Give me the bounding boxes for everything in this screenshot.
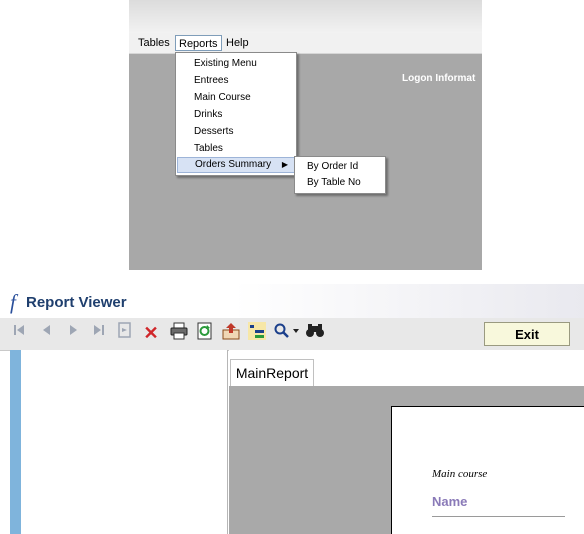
menu-item-main-course[interactable]: Main Course [177, 90, 295, 106]
first-page-icon[interactable] [8, 322, 30, 344]
menu-help[interactable]: Help [223, 35, 252, 51]
next-page-icon[interactable] [62, 322, 84, 344]
menu-item-label: Orders Summary [195, 159, 272, 170]
last-page-icon[interactable] [88, 322, 110, 344]
menu-item-tables[interactable]: Tables [177, 141, 295, 157]
restaurant-app-window: Tables Reports Help Logon Informat Exist… [129, 0, 482, 270]
submenu-item-by-table-no[interactable]: By Table No [296, 175, 384, 191]
zoom-icon[interactable] [272, 322, 302, 344]
close-icon[interactable]: ✕ [140, 322, 162, 344]
toggle-tree-icon[interactable] [246, 322, 268, 344]
menu-item-existing-menu[interactable]: Existing Menu [177, 56, 295, 72]
window-titlebar: f Report Viewer [0, 284, 584, 318]
submenu-arrow-icon: ▶ [281, 160, 288, 169]
logon-info-label: Logon Informat [402, 73, 476, 84]
menubar: Tables Reports Help [129, 33, 482, 54]
export-icon[interactable] [220, 322, 242, 344]
report-column-header: Name [432, 494, 468, 509]
submenu-item-by-order-id[interactable]: By Order Id [296, 159, 384, 175]
goto-page-icon[interactable] [114, 322, 136, 344]
orders-summary-submenu: By Order Id By Table No [294, 156, 386, 194]
menu-item-orders-summary[interactable]: Orders Summary ▶ [177, 157, 295, 173]
report-viewer-window: f Report Viewer ✕ Exit MainReport Main c… [0, 284, 584, 534]
print-icon[interactable] [168, 322, 190, 344]
tab-main-report[interactable]: MainReport [230, 359, 314, 387]
menu-item-drinks[interactable]: Drinks [177, 107, 295, 123]
report-page: Main course Name [391, 406, 584, 534]
group-tree-panel[interactable] [21, 350, 228, 534]
app-logo-icon: f [10, 290, 16, 314]
report-section-title: Main course [432, 468, 488, 480]
left-accent-rail [10, 350, 21, 534]
report-toolbar: ✕ Exit [0, 318, 584, 351]
search-icon[interactable] [304, 322, 326, 344]
refresh-icon[interactable] [194, 322, 216, 344]
window-title: Report Viewer [26, 294, 127, 311]
reports-dropdown: Existing Menu Entrees Main Course Drinks… [175, 52, 297, 176]
window-titlebar [129, 0, 482, 33]
exit-button[interactable]: Exit [484, 322, 570, 346]
menu-tables[interactable]: Tables [135, 35, 173, 51]
previous-page-icon[interactable] [36, 322, 58, 344]
header-underline [432, 516, 565, 517]
menu-item-desserts[interactable]: Desserts [177, 124, 295, 140]
menu-reports[interactable]: Reports [175, 35, 222, 51]
menu-item-entrees[interactable]: Entrees [177, 73, 295, 89]
